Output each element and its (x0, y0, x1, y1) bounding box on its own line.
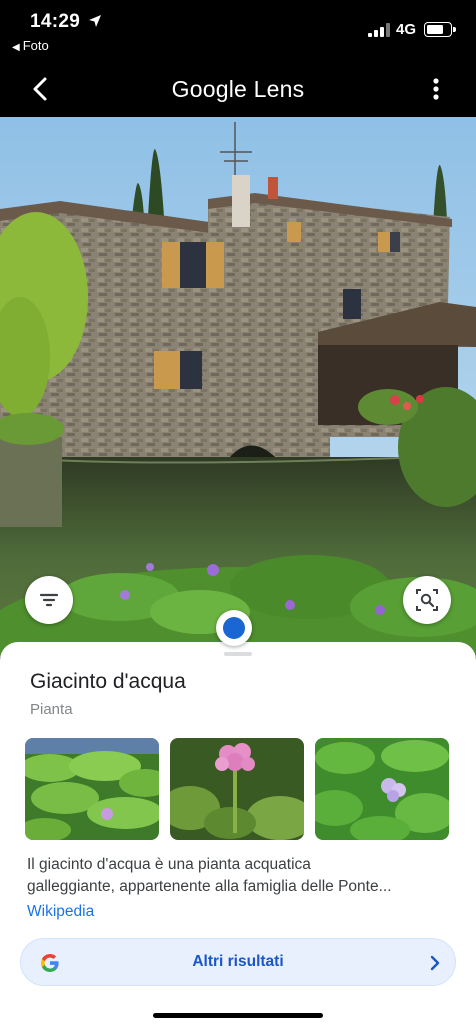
battery-icon (424, 22, 456, 37)
selected-object-marker[interactable] (216, 610, 252, 646)
result-thumbnails (25, 738, 449, 840)
title-product: Lens (247, 76, 305, 102)
result-description: Il giacinto d'acqua è una pianta acquati… (27, 854, 452, 898)
more-results-button[interactable]: Altri risultati (20, 938, 456, 986)
result-name: Giacinto d'acqua (30, 670, 186, 693)
status-bar: 14:29 ◀ Foto 4G (0, 0, 476, 62)
filter-list-icon (39, 593, 59, 607)
back-app-label: Foto (22, 38, 49, 53)
thumbnail-2[interactable] (170, 738, 304, 840)
wikipedia-link[interactable]: Wikipedia (27, 903, 94, 921)
title-brand: Google (171, 76, 248, 102)
app-bar: Google Lens (0, 62, 476, 117)
sheet-drag-handle[interactable] (224, 652, 252, 656)
filter-button[interactable] (25, 576, 73, 624)
captured-photo[interactable] (0, 117, 476, 657)
thumbnail-1[interactable] (25, 738, 159, 840)
back-to-app[interactable]: ◀ Foto (12, 38, 49, 53)
select-area-search-button[interactable] (403, 576, 451, 624)
back-triangle-icon: ◀ (12, 42, 20, 53)
result-sheet: Giacinto d'acqua Pianta Il giacinto d'ac… (0, 642, 476, 1030)
description-line-1: Il giacinto d'acqua è una pianta acquati… (27, 856, 311, 873)
description-line-2: galleggiante, appartenente alla famiglia… (27, 878, 392, 895)
status-time: 14:29 (30, 11, 81, 32)
app-title: Google Lens (0, 76, 476, 103)
thumbnail-3[interactable] (315, 738, 449, 840)
marker-dot (223, 617, 245, 639)
chevron-right-icon (430, 955, 440, 971)
home-indicator[interactable] (153, 1013, 323, 1018)
location-arrow-icon (89, 15, 101, 27)
more-results-label: Altri risultati (192, 953, 284, 970)
image-search-icon (416, 589, 438, 611)
more-vert-icon[interactable] (424, 74, 448, 104)
cellular-signal-icon (368, 23, 390, 37)
result-category: Pianta (30, 701, 73, 718)
network-type: 4G (396, 21, 417, 38)
